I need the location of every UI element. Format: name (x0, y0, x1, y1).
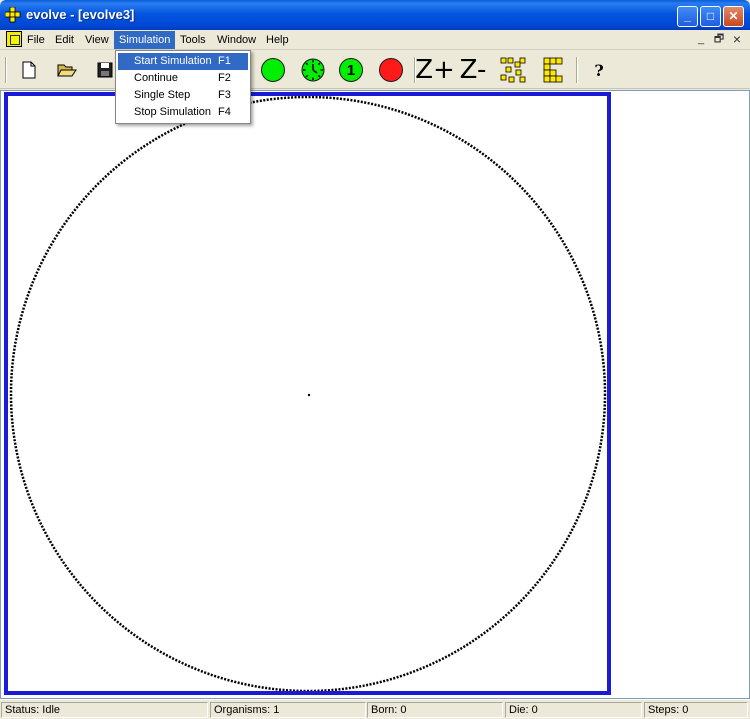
app-icon (5, 7, 21, 23)
maximize-button[interactable]: □ (700, 6, 721, 27)
menu-view[interactable]: View (80, 31, 114, 49)
menu-single-step[interactable]: Single Step F3 (118, 87, 248, 104)
menu-file[interactable]: File (22, 31, 50, 49)
scatter-view-button[interactable] (498, 55, 528, 85)
menu-single-step-key: F3 (218, 89, 231, 101)
help-icon: ? (594, 60, 604, 80)
grid-view-button[interactable] (538, 55, 568, 85)
continue-button[interactable] (298, 55, 328, 85)
open-button[interactable] (52, 55, 82, 85)
menu-continue-key: F2 (218, 72, 231, 84)
die-count: Die: 0 (505, 702, 642, 718)
menu-window[interactable]: Window (212, 31, 261, 49)
menu-tools[interactable]: Tools (175, 31, 211, 49)
simulation-menu-dropdown: Start Simulation F1 Continue F2 Single S… (115, 50, 251, 124)
organisms-count: Organisms: 1 (210, 702, 366, 718)
close-button[interactable]: ✕ (723, 6, 744, 27)
step-one-icon: 1 (339, 58, 363, 82)
status-text: Status: Idle (1, 702, 208, 718)
zoom-in-button[interactable]: Z+ (415, 55, 455, 85)
mdi-restore-button[interactable]: 🗗 (712, 33, 726, 46)
menu-start-simulation-label: Start Simulation (134, 55, 212, 67)
menu-edit[interactable]: Edit (50, 31, 79, 49)
menu-start-simulation[interactable]: Start Simulation F1 (118, 53, 248, 70)
toolbar: 1 Z+ Z- ? (0, 51, 750, 89)
toolbar-separator (576, 57, 578, 83)
menu-stop-simulation-label: Stop Simulation (134, 106, 212, 118)
start-simulation-button[interactable] (258, 55, 288, 85)
stop-simulation-button[interactable] (376, 55, 406, 85)
status-bar: Status: Idle Organisms: 1 Born: 0 Die: 0… (0, 699, 750, 719)
clock-icon (301, 58, 325, 82)
zoom-out-button[interactable]: Z- (458, 55, 488, 85)
open-folder-icon (57, 64, 77, 77)
green-circle-icon (261, 58, 285, 82)
help-button[interactable]: ? (584, 55, 614, 85)
new-file-icon (22, 61, 36, 79)
organism-dot (307, 393, 311, 397)
zoom-out-icon: Z- (459, 55, 487, 85)
window-title: evolve - [evolve3] (26, 7, 135, 22)
born-count: Born: 0 (367, 702, 503, 718)
organism-ring (9, 96, 607, 691)
toolbar-grip (5, 57, 7, 83)
mdi-child-icon[interactable] (6, 31, 22, 47)
simulation-canvas[interactable] (4, 92, 611, 695)
menu-stop-simulation-key: F4 (218, 106, 231, 118)
steps-count: Steps: 0 (644, 702, 748, 718)
menu-stop-simulation[interactable]: Stop Simulation F4 (118, 104, 248, 121)
menu-bar: File Edit View Simulation Tools Window H… (0, 30, 750, 50)
zoom-in-icon: Z+ (415, 55, 455, 85)
menu-single-step-label: Single Step (134, 89, 191, 101)
menu-simulation[interactable]: Simulation (114, 31, 176, 49)
title-bar[interactable]: evolve - [evolve3] _ □ ✕ (0, 0, 750, 30)
mdi-minimize-button[interactable]: _ (694, 33, 708, 46)
menu-start-simulation-key: F1 (218, 55, 231, 67)
single-step-button[interactable]: 1 (336, 55, 366, 85)
red-circle-icon (379, 58, 403, 82)
mdi-close-button[interactable]: × (730, 32, 744, 46)
save-disk-icon (97, 62, 113, 78)
scatter-cells-icon (500, 57, 526, 83)
menu-continue-label: Continue (134, 72, 179, 84)
grid-cells-icon (543, 57, 563, 83)
menu-help[interactable]: Help (261, 31, 294, 49)
new-button[interactable] (14, 55, 44, 85)
menu-continue[interactable]: Continue F2 (118, 70, 248, 87)
minimize-button[interactable]: _ (677, 6, 698, 27)
